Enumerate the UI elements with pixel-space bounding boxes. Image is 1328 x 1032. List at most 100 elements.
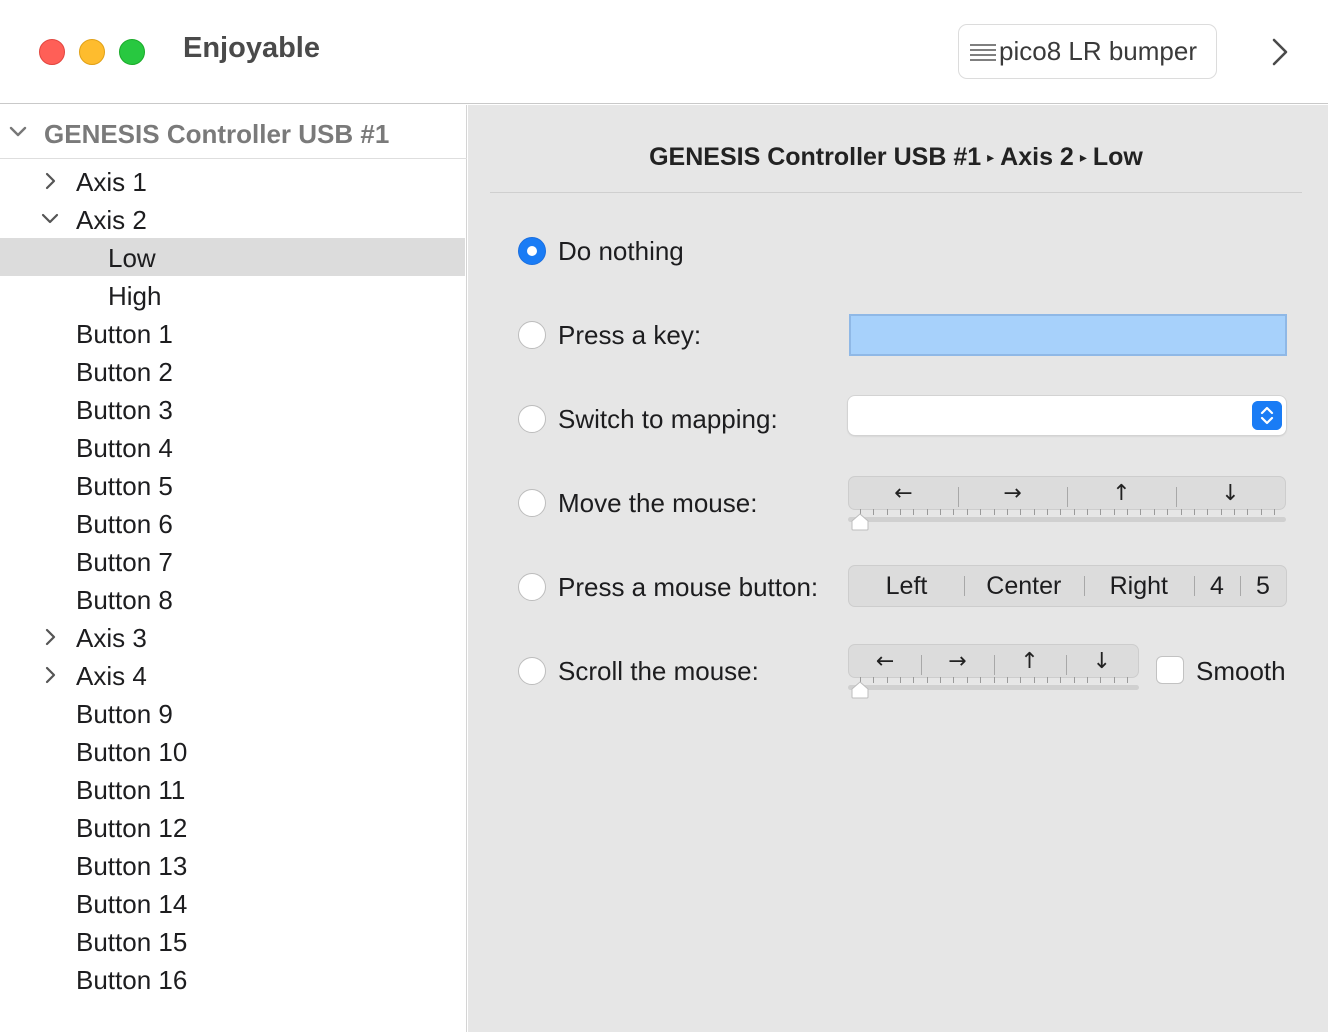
chevron-right-icon[interactable] <box>40 627 60 647</box>
press-key-label[interactable]: Press a key: <box>558 320 701 351</box>
mouse-button-5-segment[interactable]: 5 <box>1240 566 1286 606</box>
press-mouse-button-label[interactable]: Press a mouse button: <box>558 572 818 603</box>
slider-tick <box>1260 509 1262 515</box>
minimize-window-button[interactable] <box>79 39 105 65</box>
slider-tick <box>1006 509 1008 515</box>
slider-tick <box>1100 509 1102 515</box>
action-panel: GENESIS Controller USB #1 ▸ Axis 2 ▸ Low Do … <box>468 105 1328 1032</box>
do-nothing-radio[interactable] <box>518 237 546 265</box>
move-down-segment[interactable]: ↓ <box>1176 477 1285 509</box>
chevron-right-icon[interactable] <box>40 171 60 191</box>
breadcrumb-separator: ▸ <box>987 149 995 165</box>
slider-tick <box>1033 509 1035 515</box>
breadcrumb-sub-element: Low <box>1092 143 1143 171</box>
slider-tick <box>980 677 982 683</box>
sidebar-item[interactable]: Axis 3 <box>0 618 465 656</box>
sidebar-item[interactable]: Button 6 <box>0 504 465 542</box>
scroll-right-segment[interactable]: → <box>921 645 993 677</box>
sidebar-item[interactable]: Button 14 <box>0 884 465 922</box>
chevron-down-icon[interactable] <box>8 123 28 141</box>
arrow-up-icon: ↑ <box>1112 480 1131 506</box>
mouse-center-segment[interactable]: Center <box>964 566 1084 606</box>
smooth-checkbox[interactable] <box>1156 656 1184 684</box>
scroll-left-segment[interactable]: ← <box>849 645 921 677</box>
sidebar-item[interactable]: Button 9 <box>0 694 465 732</box>
device-group-header[interactable]: GENESIS Controller USB #1 <box>0 105 467 159</box>
mouse-left-segment[interactable]: Left <box>849 566 964 606</box>
mapping-select[interactable] <box>848 396 1286 435</box>
sidebar-item[interactable]: Button 13 <box>0 846 465 884</box>
slider-tick <box>966 677 968 683</box>
move-direction-control[interactable]: ← → ↑ ↓ <box>848 476 1286 510</box>
scroll-speed-slider[interactable] <box>848 677 1139 703</box>
move-left-segment[interactable]: ← <box>849 477 958 509</box>
updown-chevron-icon <box>1252 401 1282 430</box>
smooth-label[interactable]: Smooth <box>1196 656 1286 687</box>
switch-mapping-radio[interactable] <box>518 405 546 433</box>
sidebar-item-label: Button 9 <box>76 699 173 729</box>
sidebar-item-label: Button 8 <box>76 585 173 615</box>
list-icon <box>970 43 996 61</box>
slider-track[interactable] <box>848 685 1139 690</box>
sidebar-item-label: Axis 4 <box>76 661 147 691</box>
scroll-direction-control[interactable]: ← → ↑ ↓ <box>848 644 1139 678</box>
sidebar-item[interactable]: Button 12 <box>0 808 465 846</box>
sidebar-item[interactable]: Button 8 <box>0 580 465 618</box>
scroll-mouse-radio[interactable] <box>518 657 546 685</box>
sidebar-item[interactable]: Button 7 <box>0 542 465 580</box>
press-key-radio[interactable] <box>518 321 546 349</box>
move-mouse-radio[interactable] <box>518 489 546 517</box>
slider-tick <box>1060 509 1062 515</box>
slider-tick <box>1113 677 1115 683</box>
sidebar-item-label: Low <box>108 243 156 273</box>
switch-mapping-label[interactable]: Switch to mapping: <box>558 404 778 435</box>
slider-tick <box>980 509 982 515</box>
chevron-right-icon[interactable] <box>1266 36 1294 68</box>
title-bar: Enjoyable pico8 LR bumper <box>0 0 1328 104</box>
zoom-window-button[interactable] <box>119 39 145 65</box>
move-right-segment[interactable]: → <box>958 477 1067 509</box>
sidebar-item-label: High <box>108 281 162 311</box>
sidebar-item[interactable]: Button 5 <box>0 466 465 504</box>
sidebar-item[interactable]: Axis 1 <box>0 162 465 200</box>
slider-track[interactable] <box>848 517 1286 522</box>
sidebar-item[interactable]: Button 10 <box>0 732 465 770</box>
mapping-list-button[interactable]: pico8 LR bumper <box>958 24 1217 79</box>
key-capture-field[interactable] <box>849 314 1287 356</box>
move-speed-slider[interactable] <box>848 509 1286 535</box>
arrow-up-icon: ↑ <box>1020 648 1039 674</box>
close-window-button[interactable] <box>39 39 65 65</box>
sidebar-item[interactable]: Button 3 <box>0 390 465 428</box>
slider-tick <box>993 677 995 683</box>
do-nothing-label[interactable]: Do nothing <box>558 236 684 267</box>
sidebar-item-label: Button 13 <box>76 851 188 881</box>
chevron-down-icon[interactable] <box>40 209 60 229</box>
sidebar-item[interactable]: Axis 4 <box>0 656 465 694</box>
scroll-mouse-label[interactable]: Scroll the mouse: <box>558 656 759 687</box>
slider-tick <box>1020 509 1022 515</box>
mouse-right-segment[interactable]: Right <box>1083 566 1194 606</box>
mouse-button-4-segment[interactable]: 4 <box>1194 566 1240 606</box>
sidebar-item[interactable]: High <box>0 276 465 314</box>
move-mouse-label[interactable]: Move the mouse: <box>558 488 757 519</box>
sidebar-item[interactable]: Button 16 <box>0 960 465 998</box>
sidebar-item[interactable]: Button 15 <box>0 922 465 960</box>
sidebar-item[interactable]: Button 1 <box>0 314 465 352</box>
slider-tick <box>900 677 902 683</box>
scroll-down-segment[interactable]: ↓ <box>1065 645 1138 677</box>
slider-knob[interactable] <box>850 681 870 699</box>
scroll-up-segment[interactable]: ↑ <box>993 645 1066 677</box>
sidebar-item-label: Button 1 <box>76 319 173 349</box>
sidebar-item[interactable]: Button 11 <box>0 770 465 808</box>
sidebar-item[interactable]: Button 4 <box>0 428 465 466</box>
sidebar-item[interactable]: Low <box>0 238 465 276</box>
move-up-segment[interactable]: ↑ <box>1067 477 1176 509</box>
slider-tick <box>1180 509 1182 515</box>
mouse-button-control[interactable]: Left Center Right 4 5 <box>848 565 1287 607</box>
press-mouse-button-radio[interactable] <box>518 573 546 601</box>
sidebar-item[interactable]: Axis 2 <box>0 200 465 238</box>
chevron-right-icon[interactable] <box>40 665 60 685</box>
slider-knob[interactable] <box>850 513 870 531</box>
slider-tick <box>1033 677 1035 683</box>
sidebar-item[interactable]: Button 2 <box>0 352 465 390</box>
